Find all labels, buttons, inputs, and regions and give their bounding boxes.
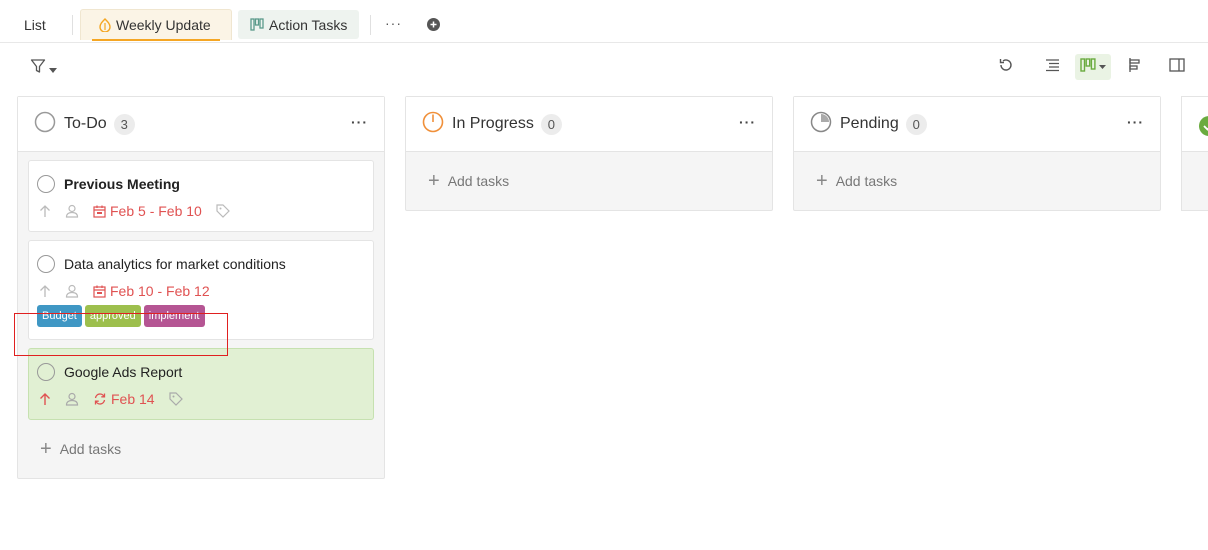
due-date[interactable]: Feb 14 xyxy=(93,391,155,407)
task-count-badge: 0 xyxy=(905,113,927,135)
filter-icon xyxy=(30,58,46,79)
column-header: Pending 0 ··· xyxy=(794,97,1160,152)
list-align-icon xyxy=(1044,58,1060,77)
status-completed-icon xyxy=(1198,115,1208,142)
status-in-progress-icon xyxy=(422,111,444,138)
status-pending-icon xyxy=(810,111,832,138)
due-date-text: Feb 5 - Feb 10 xyxy=(110,203,202,219)
task-title[interactable]: Previous Meeting xyxy=(64,176,180,192)
due-date-text: Feb 10 - Feb 12 xyxy=(110,283,210,299)
due-date[interactable]: Feb 10 - Feb 12 xyxy=(93,283,210,299)
tag-budget[interactable]: Budget xyxy=(37,305,82,327)
column-menu-button[interactable]: ··· xyxy=(1127,114,1144,130)
task-title[interactable]: Data analytics for market conditions xyxy=(64,256,286,272)
active-tab-underline xyxy=(92,39,220,41)
assignee-icon[interactable] xyxy=(65,204,79,218)
due-date[interactable]: Feb 5 - Feb 10 xyxy=(93,203,202,219)
tab-list[interactable]: List xyxy=(14,9,56,40)
status-todo-icon xyxy=(34,111,56,138)
assignee-icon[interactable] xyxy=(65,284,79,298)
column-header xyxy=(1182,97,1208,152)
column-pending: Pending 0 ··· + Add tasks xyxy=(793,96,1161,211)
add-tasks-button[interactable]: + Add tasks xyxy=(18,420,384,478)
task-count-badge: 0 xyxy=(540,113,562,135)
task-card[interactable]: Data analytics for market conditions Feb… xyxy=(28,240,374,340)
task-checkbox[interactable] xyxy=(37,363,55,381)
column-to-do: To-Do 3 ··· Previous Meeting Feb 5 - Feb… xyxy=(17,96,385,479)
side-panel-icon xyxy=(1169,57,1185,77)
filter-button[interactable] xyxy=(30,58,57,79)
leaf-icon xyxy=(99,18,111,32)
column-title: In Progress xyxy=(452,115,534,132)
toggle-side-panel-button[interactable] xyxy=(1161,54,1193,80)
list-view-button[interactable] xyxy=(1036,54,1068,80)
priority-icon[interactable] xyxy=(39,204,51,218)
view-tab-bar: List Weekly Update Action Tasks ··· xyxy=(0,0,1208,43)
tab-divider xyxy=(72,15,73,35)
column-header: In Progress 0 ··· xyxy=(406,97,772,152)
task-card[interactable]: Previous Meeting Feb 5 - Feb 10 xyxy=(28,160,374,232)
assignee-icon[interactable] xyxy=(65,392,79,406)
column-menu-button[interactable]: ··· xyxy=(351,114,368,130)
task-card[interactable]: Google Ads Report Feb 14 xyxy=(28,348,374,420)
caret-down-icon xyxy=(49,60,57,78)
repeat-icon xyxy=(94,393,106,405)
tag-implement[interactable]: implement xyxy=(143,305,205,327)
refresh-button[interactable] xyxy=(990,54,1022,80)
caret-down-icon xyxy=(1099,65,1106,69)
timeline-view-button[interactable] xyxy=(1118,54,1150,80)
tag-icon[interactable] xyxy=(216,204,230,218)
calendar-icon xyxy=(93,205,106,218)
column-menu-button[interactable]: ··· xyxy=(739,114,756,130)
task-checkbox[interactable] xyxy=(37,175,55,193)
more-tabs-button[interactable]: ··· xyxy=(385,15,402,31)
column-header: To-Do 3 ··· xyxy=(18,97,384,152)
add-tasks-label: Add tasks xyxy=(835,173,898,189)
kanban-icon xyxy=(1080,57,1096,77)
gantt-icon xyxy=(1126,57,1142,78)
add-tasks-button[interactable]: + Add tasks xyxy=(794,152,1160,210)
plus-icon: + xyxy=(428,170,440,192)
tab-action-tasks-label: Action Tasks xyxy=(269,16,348,33)
task-title[interactable]: Google Ads Report xyxy=(64,364,182,380)
task-count-badge: 3 xyxy=(113,113,135,135)
task-checkbox[interactable] xyxy=(37,255,55,273)
add-tasks-label: Add tasks xyxy=(447,173,510,189)
tab-weekly-update[interactable]: Weekly Update xyxy=(80,9,232,41)
tag-list: Budget approved implement xyxy=(29,305,373,339)
tab-list-label: List xyxy=(24,16,46,33)
kanban-icon xyxy=(250,18,264,31)
column-title: To-Do xyxy=(64,115,107,132)
tag-approved[interactable]: approved xyxy=(84,305,141,327)
priority-high-icon[interactable] xyxy=(39,392,51,406)
refresh-icon xyxy=(998,57,1014,78)
plus-icon: + xyxy=(40,438,52,460)
add-view-icon[interactable] xyxy=(427,18,440,36)
column-in-progress: In Progress 0 ··· + Add tasks xyxy=(405,96,773,211)
column-completed-partial xyxy=(1181,96,1208,211)
tab-divider xyxy=(370,15,371,35)
column-title: Pending xyxy=(840,115,899,132)
tab-action-tasks[interactable]: Action Tasks xyxy=(238,10,359,39)
add-tasks-label: Add tasks xyxy=(59,441,122,457)
board-view-button[interactable] xyxy=(1075,54,1111,80)
plus-icon: + xyxy=(816,170,828,192)
tag-icon[interactable] xyxy=(168,392,183,406)
calendar-icon xyxy=(93,285,106,298)
priority-icon[interactable] xyxy=(39,284,51,298)
tab-weekly-update-label: Weekly Update xyxy=(116,17,211,33)
add-tasks-button[interactable]: + Add tasks xyxy=(406,152,772,210)
due-date-text: Feb 14 xyxy=(111,391,155,407)
